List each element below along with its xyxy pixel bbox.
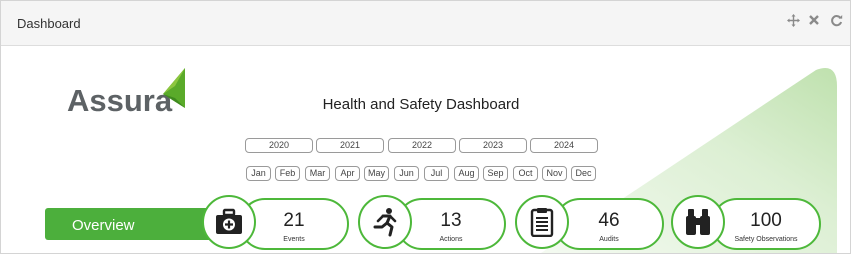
month-button-feb[interactable]: Feb [275,166,300,181]
move-icon[interactable] [786,14,800,28]
month-button-jan[interactable]: Jan [246,166,271,181]
actions-label: Actions [439,236,463,243]
audits-card[interactable]: 46 Audits [554,198,664,250]
logo-mark-icon [163,68,185,108]
month-button-apr[interactable]: Apr [335,166,360,181]
actions-card[interactable]: 13 Actions [396,198,506,250]
month-button-mar[interactable]: Mar [305,166,330,181]
month-button-sep[interactable]: Sep [483,166,508,181]
month-button-dec[interactable]: Dec [571,166,596,181]
year-button-2020[interactable]: 2020 [245,138,313,153]
safety-observations-label: Safety Observations [734,236,798,243]
year-button-2021[interactable]: 2021 [316,138,384,153]
binoculars-icon [671,195,725,249]
actions-value: 13 [440,210,462,231]
year-button-2023[interactable]: 2023 [459,138,527,153]
refresh-icon[interactable] [829,14,843,28]
month-button-oct[interactable]: Oct [513,166,538,181]
first-aid-kit-icon [202,195,256,249]
safety-observations-value: 100 [750,210,782,231]
dashboard-title: Health and Safety Dashboard [322,96,520,113]
audits-value: 46 [598,210,620,231]
month-button-aug[interactable]: Aug [454,166,479,181]
events-label: Events [283,236,305,243]
year-button-2024[interactable]: 2024 [530,138,598,153]
close-icon[interactable] [807,14,821,28]
year-button-2022[interactable]: 2022 [388,138,456,153]
dashboard-content: Assura Health and Safety Dashboard 2020 2… [1,46,850,253]
safety-observations-card[interactable]: 100 Safety Observations [711,198,821,250]
running-person-icon [358,195,412,249]
panel-title: Dashboard [17,16,81,31]
audits-label: Audits [599,236,619,243]
month-button-may[interactable]: May [364,166,389,181]
clipboard-icon [515,195,569,249]
month-button-nov[interactable]: Nov [542,166,567,181]
month-button-jul[interactable]: Jul [424,166,449,181]
panel-header: Dashboard [1,1,850,46]
events-value: 21 [283,210,305,231]
overview-label: Overview [72,217,135,234]
dashboard-panel: Dashboard Assura Health and Safety Dashb… [0,0,851,254]
month-button-jun[interactable]: Jun [394,166,419,181]
